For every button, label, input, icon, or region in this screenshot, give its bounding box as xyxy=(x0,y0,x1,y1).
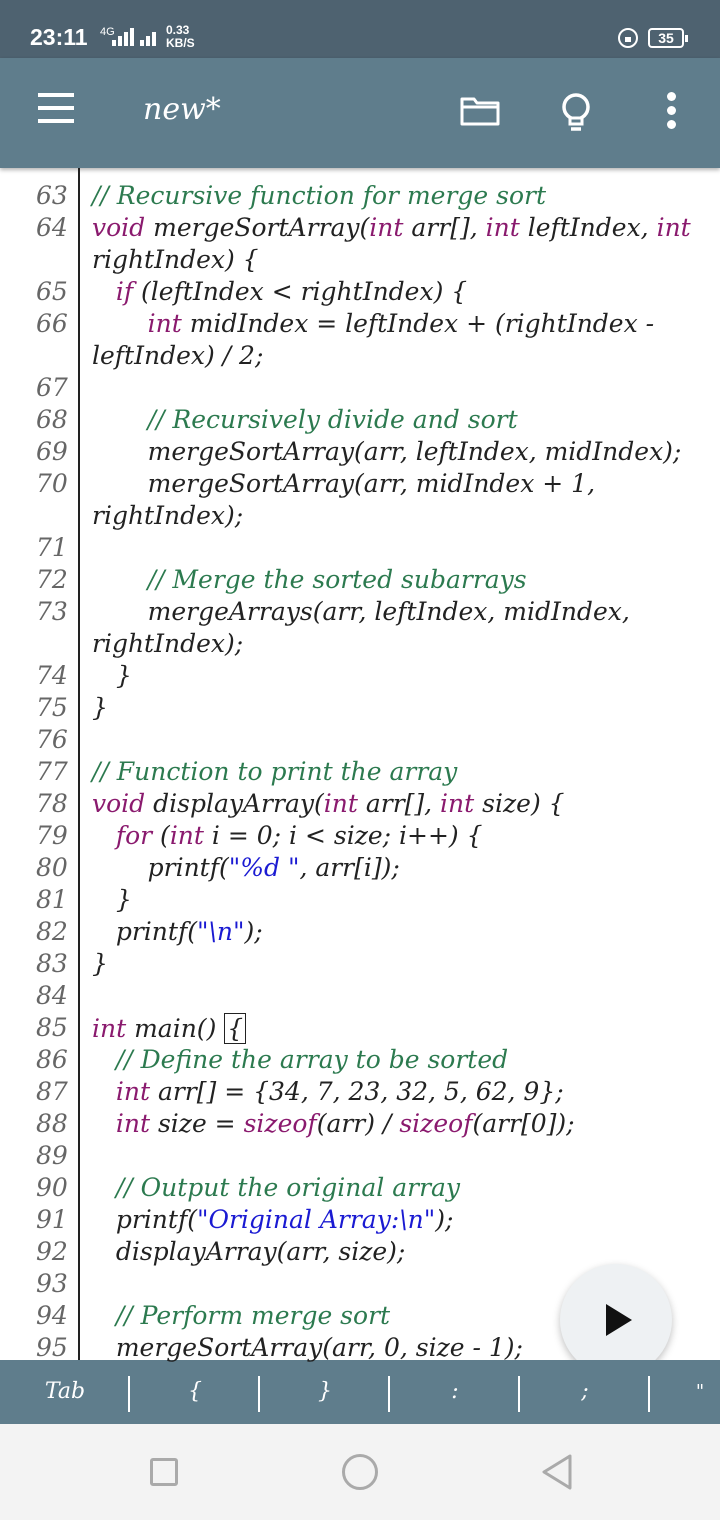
line-number: 75 xyxy=(36,693,68,722)
speed-unit: KB/S xyxy=(166,36,195,50)
line-number: 95 xyxy=(36,1333,68,1362)
status-time: 23:11 xyxy=(30,24,88,50)
symbol-key-bar: Tab { } : ; " xyxy=(0,1360,720,1424)
app-toolbar xyxy=(0,58,720,168)
key-colon[interactable]: : xyxy=(420,1360,490,1424)
battery-icon: 35 xyxy=(648,28,688,48)
code-text[interactable]: printf("\n"); xyxy=(92,917,263,946)
code-text[interactable]: mergeSortArray(arr, 0, size - 1); xyxy=(92,1333,523,1362)
line-number: 82 xyxy=(36,917,68,946)
code-text[interactable]: mergeArrays(arr, leftIndex, midIndex, xyxy=(92,597,630,626)
line-number: 88 xyxy=(36,1109,68,1138)
line-number: 74 xyxy=(36,661,68,690)
back-button[interactable] xyxy=(540,1453,574,1491)
code-text[interactable]: for (int i = 0; i < size; i++) { xyxy=(92,821,483,850)
code-text[interactable]: mergeSortArray(arr, leftIndex, midIndex)… xyxy=(92,437,682,466)
line-number: 79 xyxy=(36,821,68,850)
line-number: 68 xyxy=(36,405,68,434)
more-options-icon[interactable] xyxy=(664,92,678,132)
line-number: 89 xyxy=(36,1141,68,1170)
folder-icon[interactable] xyxy=(460,96,500,126)
code-text[interactable]: displayArray(arr, size); xyxy=(92,1237,406,1266)
network-speed: 0.33 KB/S xyxy=(166,24,195,50)
line-number: 64 xyxy=(36,213,68,242)
code-text[interactable]: printf("%d ", arr[i]); xyxy=(92,853,400,882)
code-text[interactable]: void displayArray(int arr[], int size) { xyxy=(92,789,565,818)
line-number: 73 xyxy=(36,597,68,626)
lightbulb-icon[interactable] xyxy=(560,92,592,134)
line-number: 83 xyxy=(36,949,68,978)
line-number: 90 xyxy=(36,1173,68,1202)
code-text[interactable]: // Recursive function for merge sort xyxy=(92,181,546,210)
code-text[interactable]: if (leftIndex < rightIndex) { xyxy=(92,277,467,306)
code-text[interactable]: } xyxy=(92,693,108,722)
key-divider xyxy=(648,1376,650,1412)
code-text[interactable]: rightIndex); xyxy=(92,501,243,530)
key-divider xyxy=(388,1376,390,1412)
code-text[interactable]: rightIndex); xyxy=(92,629,243,658)
key-tab[interactable]: Tab xyxy=(30,1360,100,1424)
code-text[interactable]: int arr[] = {34, 7, 23, 32, 5, 62, 9}; xyxy=(92,1077,564,1106)
code-text[interactable]: int midIndex = leftIndex + (rightIndex - xyxy=(92,309,654,338)
line-number: 69 xyxy=(36,437,68,466)
line-number: 86 xyxy=(36,1045,68,1074)
key-close-brace[interactable]: } xyxy=(290,1360,360,1424)
code-text[interactable]: // Perform merge sort xyxy=(92,1301,390,1330)
line-number: 63 xyxy=(36,181,68,210)
home-button[interactable] xyxy=(342,1454,378,1490)
code-text[interactable]: int main() { xyxy=(92,1013,247,1044)
code-text[interactable]: } xyxy=(92,949,108,978)
key-divider xyxy=(258,1376,260,1412)
line-number: 66 xyxy=(36,309,68,338)
code-text[interactable]: // Define the array to be sorted xyxy=(92,1045,508,1074)
key-open-brace[interactable]: { xyxy=(160,1360,230,1424)
line-number: 93 xyxy=(36,1269,68,1298)
key-divider xyxy=(518,1376,520,1412)
file-title: new* xyxy=(143,92,221,127)
line-number: 77 xyxy=(36,757,68,786)
line-number: 92 xyxy=(36,1237,68,1266)
play-icon xyxy=(606,1304,632,1336)
status-bar: 23:11 4G 0.33 KB/S 35 xyxy=(0,0,720,58)
menu-icon[interactable] xyxy=(38,93,74,123)
line-number: 65 xyxy=(36,277,68,306)
key-semicolon[interactable]: ; xyxy=(550,1360,620,1424)
recents-button[interactable] xyxy=(150,1458,178,1486)
gutter-divider xyxy=(78,168,80,1360)
line-number: 81 xyxy=(36,885,68,914)
line-number: 78 xyxy=(36,789,68,818)
code-text[interactable]: } xyxy=(92,661,132,690)
key-quote[interactable]: " xyxy=(680,1360,720,1424)
line-number: 85 xyxy=(36,1013,68,1042)
code-text[interactable]: leftIndex) / 2; xyxy=(92,341,263,370)
rotation-lock-icon xyxy=(618,28,638,48)
line-number: 91 xyxy=(36,1205,68,1234)
code-text[interactable]: // Recursively divide and sort xyxy=(92,405,518,434)
code-text[interactable]: // Output the original array xyxy=(92,1173,460,1202)
code-text[interactable]: // Merge the sorted subarrays xyxy=(92,565,527,594)
key-divider xyxy=(128,1376,130,1412)
line-number: 76 xyxy=(36,725,68,754)
signal-icon xyxy=(112,28,156,46)
line-number: 87 xyxy=(36,1077,68,1106)
line-number: 70 xyxy=(36,469,68,498)
line-number: 67 xyxy=(36,373,68,402)
code-text[interactable]: } xyxy=(92,885,132,914)
line-number: 71 xyxy=(36,533,68,562)
code-text[interactable]: // Function to print the array xyxy=(92,757,457,786)
line-number: 84 xyxy=(36,981,68,1010)
code-text[interactable]: int size = sizeof(arr) / sizeof(arr[0]); xyxy=(92,1109,575,1138)
code-text[interactable]: mergeSortArray(arr, midIndex + 1, xyxy=(92,469,595,498)
line-number: 94 xyxy=(36,1301,68,1330)
code-text[interactable]: void mergeSortArray(int arr[], int leftI… xyxy=(92,213,691,242)
code-text[interactable]: printf("Original Array:\n"); xyxy=(92,1205,454,1234)
code-text[interactable]: rightIndex) { xyxy=(92,245,259,274)
line-number: 72 xyxy=(36,565,68,594)
line-number: 80 xyxy=(36,853,68,882)
